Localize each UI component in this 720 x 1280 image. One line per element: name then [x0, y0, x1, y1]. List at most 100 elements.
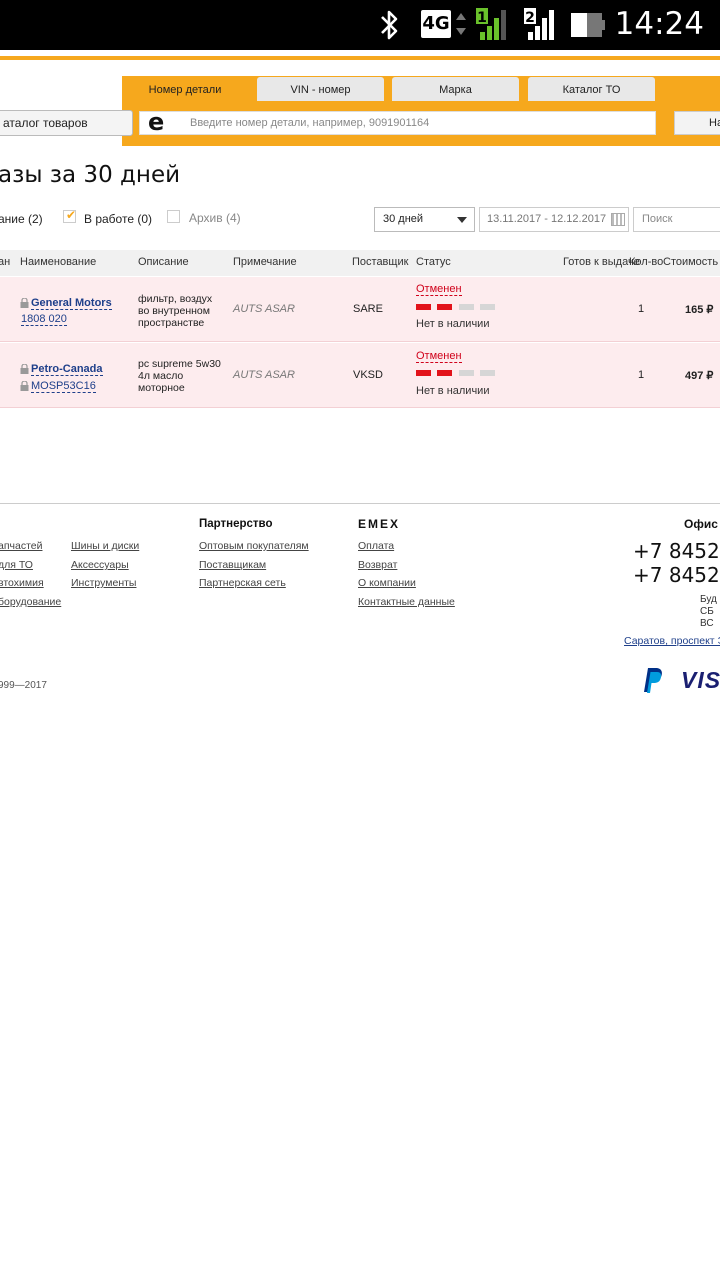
- page-title: азы за 30 дней: [0, 162, 181, 188]
- search-placeholder: Введите номер детали, например, 90919011…: [190, 117, 430, 129]
- clock: 14:24: [614, 6, 704, 42]
- description: фильтр, воздух во внутренном пространств…: [138, 293, 228, 329]
- paypal-icon: [644, 668, 662, 693]
- sim2-label: 2: [525, 10, 535, 26]
- date-range-value: 13.11.2017 - 12.12.2017: [487, 213, 607, 225]
- description-line: pc supreme 5w30: [138, 358, 221, 370]
- lock-icon: [20, 298, 29, 308]
- supplier: SARE: [353, 303, 383, 315]
- col-header: Статус: [416, 256, 451, 268]
- col-header: Поставщик: [352, 256, 409, 268]
- signal-icon: 2: [524, 8, 554, 40]
- footer-link[interactable]: Партнерская сеть: [199, 577, 286, 589]
- lock-icon: [20, 364, 29, 374]
- bluetooth-icon: [381, 10, 398, 40]
- footer-link[interactable]: Оптовым покупателям: [199, 540, 309, 552]
- availability: Нет в наличии: [416, 385, 490, 397]
- availability: Нет в наличии: [416, 318, 490, 330]
- progress-step: [437, 370, 452, 376]
- footer-link[interactable]: Контактные данные: [358, 596, 455, 608]
- period-select[interactable]: 30 дней: [374, 207, 475, 232]
- col-header: Наименование: [20, 256, 97, 268]
- sim1-label: 1: [477, 10, 487, 26]
- col-header: Стоимость: [663, 256, 719, 268]
- hours-label: СБ: [700, 606, 714, 617]
- footer-link[interactable]: Шины и диски: [71, 540, 139, 552]
- hours-label: ВС: [700, 618, 714, 629]
- visa-logo: VISA: [681, 667, 720, 693]
- calendar-icon[interactable]: [611, 213, 625, 226]
- progress-step: [416, 370, 431, 376]
- catalog-button[interactable]: аталог товаров: [0, 110, 133, 136]
- part-search-input[interactable]: e Введите номер детали, например, 909190…: [139, 108, 656, 136]
- tab-part-number[interactable]: Номер детали: [122, 77, 248, 101]
- col-header: Кол-во: [629, 256, 664, 268]
- progress-step: [437, 304, 452, 310]
- data-arrows-icon: [456, 13, 466, 35]
- emex-logo-icon: e: [148, 108, 165, 136]
- col-header: ан: [0, 256, 11, 268]
- copyright: 999—2017: [0, 680, 47, 691]
- supplier: VKSD: [353, 369, 383, 381]
- progress-step: [416, 304, 431, 310]
- lock-icon: [20, 381, 29, 391]
- status-link[interactable]: Отменен: [416, 350, 462, 363]
- footer-divider: [0, 503, 720, 504]
- filter-pending[interactable]: ание (2): [0, 212, 43, 226]
- tab-vin[interactable]: VIN - номер: [257, 77, 384, 101]
- footer-link[interactable]: Инструменты: [71, 577, 136, 589]
- description-line: фильтр, воздух: [138, 293, 213, 305]
- note: AUTS ASAR: [233, 369, 295, 381]
- footer-heading: Партнерство: [199, 518, 273, 530]
- footer-link[interactable]: Аксессуары: [71, 559, 129, 571]
- note: AUTS ASAR: [233, 303, 295, 315]
- tab-brand[interactable]: Марка: [392, 77, 519, 101]
- tab-maintenance-catalog[interactable]: Каталог ТО: [528, 77, 655, 101]
- search-button[interactable]: На: [674, 111, 720, 135]
- orders-search-input[interactable]: Поиск: [633, 207, 720, 232]
- header-accent-line: [0, 56, 720, 60]
- price: 497 ₽: [685, 370, 714, 382]
- filter-in-work[interactable]: В работе (0): [84, 212, 152, 226]
- description-line: пространстве: [138, 317, 205, 329]
- progress-step: [459, 304, 474, 310]
- part-number-link[interactable]: 1808 020: [21, 313, 67, 326]
- office-title: Офис с: [684, 517, 720, 531]
- price: 165 ₽: [685, 304, 714, 316]
- footer-link[interactable]: Поставщикам: [199, 559, 266, 571]
- phone-number[interactable]: +7 8452 6: [633, 539, 720, 563]
- phone-number[interactable]: +7 8452 7: [633, 563, 720, 587]
- part-number-link[interactable]: MOSP53C16: [31, 380, 96, 393]
- hours-label: Буд: [700, 594, 717, 605]
- description-line: 4л масло: [138, 370, 184, 382]
- brand-link[interactable]: Petro-Canada: [31, 363, 103, 376]
- progress-step: [480, 370, 495, 376]
- network-type-badge: 4G: [421, 10, 451, 38]
- footer-link[interactable]: Оплата: [358, 540, 394, 552]
- quantity: 1: [638, 303, 645, 315]
- status-link[interactable]: Отменен: [416, 283, 462, 296]
- date-range-input[interactable]: 13.11.2017 - 12.12.2017: [479, 207, 629, 232]
- checkmark-icon: ✔: [66, 208, 77, 222]
- quantity: 1: [638, 369, 645, 381]
- progress-step: [480, 304, 495, 310]
- description-line: во внутренном: [138, 305, 210, 317]
- footer-link[interactable]: апчастей: [0, 540, 42, 552]
- brand-link[interactable]: General Motors: [31, 297, 112, 310]
- footer-link[interactable]: втохимия: [0, 577, 44, 589]
- col-header: Описание: [138, 256, 189, 268]
- footer-link[interactable]: для ТО: [0, 559, 33, 571]
- footer-link[interactable]: Возврат: [358, 559, 397, 571]
- battery-icon: [571, 13, 605, 37]
- footer-link[interactable]: О компании: [358, 577, 416, 589]
- period-select-value: 30 дней: [383, 213, 424, 225]
- footer-heading: EMEX: [358, 517, 401, 531]
- description: pc supreme 5w30 4л масло моторное: [138, 358, 228, 394]
- footer-link[interactable]: борудование: [0, 596, 61, 608]
- filter-in-work-checkbox[interactable]: ✔: [63, 208, 77, 223]
- filter-archive[interactable]: Архив (4): [189, 211, 241, 225]
- signal-icon: 1: [476, 8, 506, 40]
- address-link[interactable]: Саратов, проспект Э: [624, 635, 720, 647]
- filter-archive-checkbox[interactable]: [167, 210, 180, 223]
- progress-step: [459, 370, 474, 376]
